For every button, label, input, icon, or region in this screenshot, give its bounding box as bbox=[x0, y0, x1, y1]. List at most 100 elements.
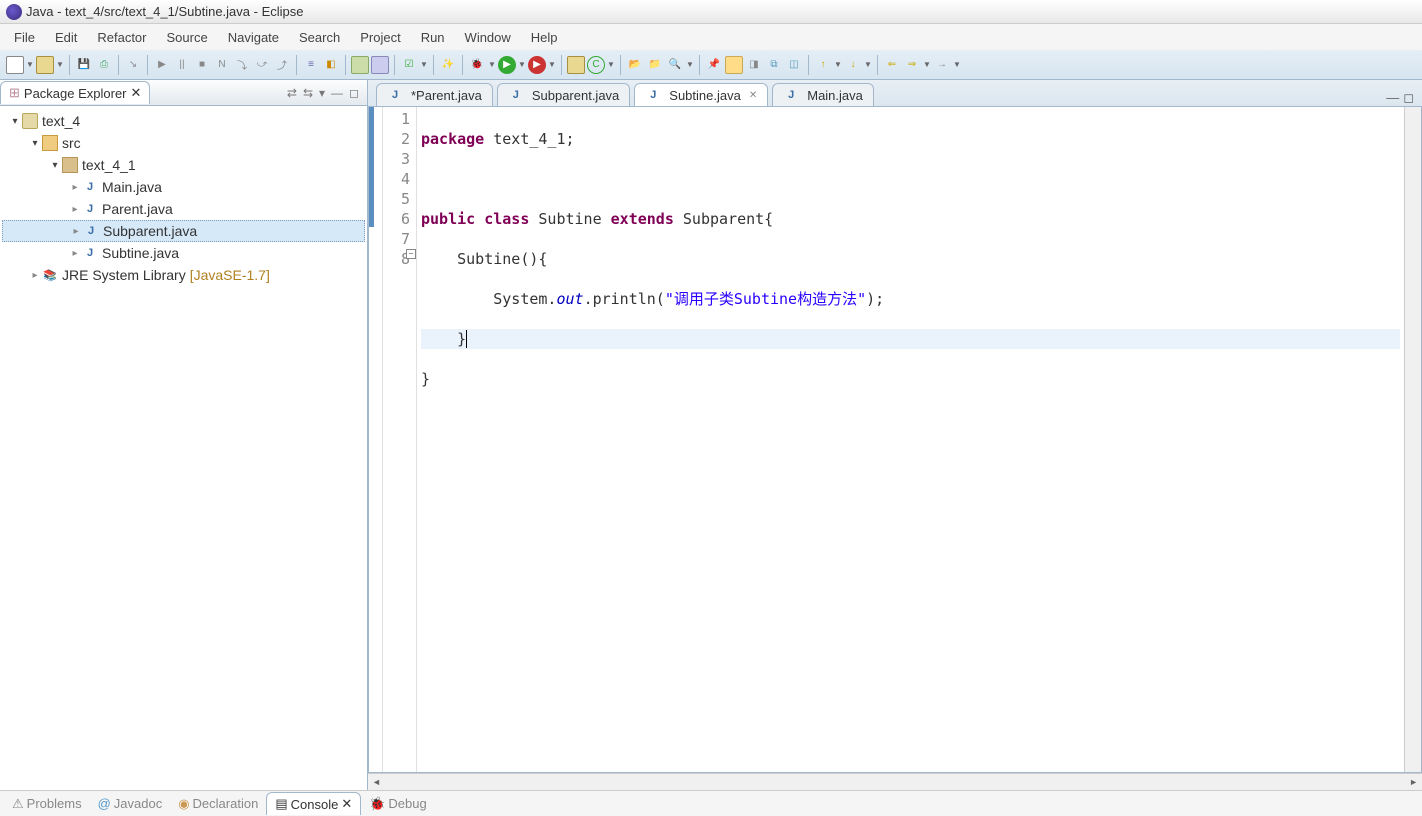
dropdown-icon[interactable]: ▼ bbox=[420, 60, 428, 69]
search-icon[interactable]: 🔍 bbox=[666, 56, 684, 74]
expand-icon[interactable] bbox=[69, 226, 83, 237]
expand-icon[interactable] bbox=[48, 160, 62, 171]
dropdown-icon[interactable]: ▼ bbox=[953, 60, 961, 69]
external-icon[interactable]: ⧉ bbox=[765, 56, 783, 74]
console-tab[interactable]: ▤ Console ✕ bbox=[266, 792, 361, 815]
goto-prev-icon[interactable]: ↑ bbox=[814, 56, 832, 74]
maximize-icon[interactable]: ◻ bbox=[349, 86, 359, 100]
menu-edit[interactable]: Edit bbox=[45, 27, 87, 48]
suspend-icon[interactable]: || bbox=[173, 56, 191, 74]
package-tree[interactable]: text_4 src text_4_1 Main.java bbox=[0, 106, 367, 790]
menu-project[interactable]: Project bbox=[350, 27, 410, 48]
dropdown-icon[interactable]: ▼ bbox=[26, 60, 34, 69]
fold-icon[interactable]: − bbox=[406, 249, 416, 259]
expand-icon[interactable] bbox=[28, 270, 42, 281]
menu-file[interactable]: File bbox=[4, 27, 45, 48]
dropdown-icon[interactable]: ▼ bbox=[56, 60, 64, 69]
wand-icon[interactable]: ✨ bbox=[439, 56, 457, 74]
expand-icon[interactable] bbox=[28, 138, 42, 149]
collapse-icon[interactable]: ⇄ bbox=[287, 86, 297, 100]
code-area[interactable]: package text_4_1; public class Subtine e… bbox=[417, 107, 1404, 772]
tree-package[interactable]: text_4_1 bbox=[2, 154, 365, 176]
new-pkg-icon[interactable] bbox=[567, 56, 585, 74]
horizontal-scrollbar[interactable] bbox=[368, 773, 1422, 790]
dropdown-icon[interactable]: ▼ bbox=[686, 60, 694, 69]
dropdown-icon[interactable]: ▼ bbox=[488, 60, 496, 69]
pin-icon[interactable]: 📌 bbox=[705, 56, 723, 74]
maximize-icon[interactable]: ◻ bbox=[1403, 90, 1414, 106]
folder-icon[interactable]: 📁 bbox=[646, 56, 664, 74]
close-icon[interactable]: ✕ bbox=[341, 796, 352, 812]
highlight-icon[interactable]: ◨ bbox=[745, 56, 763, 74]
skip-icon[interactable]: ↘ bbox=[124, 56, 142, 74]
new-class-icon[interactable]: C bbox=[587, 56, 605, 74]
tree-jre[interactable]: 📚 JRE System Library [JavaSE-1.7] bbox=[2, 264, 365, 286]
next-icon[interactable]: → bbox=[933, 56, 951, 74]
editor-tab-main[interactable]: Main.java bbox=[772, 83, 874, 106]
save-all-icon[interactable]: ⎙ bbox=[95, 56, 113, 74]
editor-tab-parent[interactable]: *Parent.java bbox=[376, 83, 493, 106]
dropdown-icon[interactable]: ▼ bbox=[834, 60, 842, 69]
tree-file-parent[interactable]: Parent.java bbox=[2, 198, 365, 220]
dropdown-icon[interactable]: ▼ bbox=[518, 60, 526, 69]
menu-window[interactable]: Window bbox=[455, 27, 521, 48]
problems-tab[interactable]: ⚠ Problems bbox=[4, 793, 90, 815]
expand-icon[interactable] bbox=[68, 182, 82, 193]
props-icon[interactable]: ◫ bbox=[785, 56, 803, 74]
javadoc-tab[interactable]: @ Javadoc bbox=[90, 793, 171, 814]
view-menu-icon[interactable]: ▾ bbox=[319, 86, 325, 100]
toggle-icon[interactable]: ◧ bbox=[322, 56, 340, 74]
goto-next-icon[interactable]: ↓ bbox=[844, 56, 862, 74]
menu-run[interactable]: Run bbox=[411, 27, 455, 48]
dropdown-icon[interactable]: ▼ bbox=[864, 60, 872, 69]
minimize-icon[interactable]: ― bbox=[1386, 90, 1399, 106]
tree-src[interactable]: src bbox=[2, 132, 365, 154]
step-icon[interactable]: ⤵ bbox=[233, 56, 251, 74]
dropdown-icon[interactable]: ▼ bbox=[923, 60, 931, 69]
menu-help[interactable]: Help bbox=[521, 27, 568, 48]
fwd-icon[interactable]: ⇒ bbox=[903, 56, 921, 74]
debug-tab[interactable]: 🐞 Debug bbox=[361, 793, 435, 815]
step-over-icon[interactable]: ⤻ bbox=[253, 56, 271, 74]
tree-file-subtine[interactable]: Subtine.java bbox=[2, 242, 365, 264]
outline-icon[interactable]: ≡ bbox=[302, 56, 320, 74]
expand-icon[interactable] bbox=[8, 116, 22, 127]
menu-navigate[interactable]: Navigate bbox=[218, 27, 289, 48]
run-icon[interactable]: ▶ bbox=[498, 56, 516, 74]
new-icon[interactable] bbox=[6, 56, 24, 74]
menu-search[interactable]: Search bbox=[289, 27, 350, 48]
expand-icon[interactable] bbox=[68, 204, 82, 215]
back-icon[interactable]: ⇐ bbox=[883, 56, 901, 74]
step-return-icon[interactable]: ⤴ bbox=[273, 56, 291, 74]
close-icon[interactable]: ✕ bbox=[131, 85, 142, 101]
expand-icon[interactable] bbox=[68, 248, 82, 259]
dropdown-icon[interactable]: ▼ bbox=[548, 60, 556, 69]
vertical-scrollbar[interactable] bbox=[1404, 107, 1421, 772]
tasks-icon[interactable] bbox=[371, 56, 389, 74]
editor-body[interactable]: 12345678 package text_4_1; public class … bbox=[368, 106, 1422, 773]
menu-source[interactable]: Source bbox=[157, 27, 218, 48]
tree-project[interactable]: text_4 bbox=[2, 110, 365, 132]
tree-file-main[interactable]: Main.java bbox=[2, 176, 365, 198]
close-icon[interactable]: ✕ bbox=[749, 90, 757, 101]
resume-icon[interactable]: ▶ bbox=[153, 56, 171, 74]
terminate-icon[interactable]: ■ bbox=[193, 56, 211, 74]
editor-tab-subparent[interactable]: Subparent.java bbox=[497, 83, 630, 106]
package-explorer-tab[interactable]: ⊞ Package Explorer ✕ bbox=[0, 81, 150, 104]
ext-tools-icon[interactable]: ▶ bbox=[528, 56, 546, 74]
disconnect-icon[interactable]: N bbox=[213, 56, 231, 74]
open-icon[interactable]: 📂 bbox=[626, 56, 644, 74]
link-icon[interactable]: ⇆ bbox=[303, 86, 313, 100]
debug-icon[interactable]: 🐞 bbox=[468, 56, 486, 74]
tree-file-subparent[interactable]: Subparent.java bbox=[2, 220, 365, 242]
new-menu-icon[interactable] bbox=[36, 56, 54, 74]
save-icon[interactable]: 💾 bbox=[75, 56, 93, 74]
dropdown-icon[interactable]: ▼ bbox=[607, 60, 615, 69]
mark-icon[interactable] bbox=[725, 56, 743, 74]
menu-refactor[interactable]: Refactor bbox=[87, 27, 156, 48]
minimize-icon[interactable]: ― bbox=[331, 86, 343, 100]
box-icon[interactable] bbox=[351, 56, 369, 74]
checkbox-icon[interactable]: ☑ bbox=[400, 56, 418, 74]
editor-tab-subtine[interactable]: Subtine.java ✕ bbox=[634, 83, 768, 106]
declaration-tab[interactable]: ◉ Declaration bbox=[170, 793, 266, 815]
